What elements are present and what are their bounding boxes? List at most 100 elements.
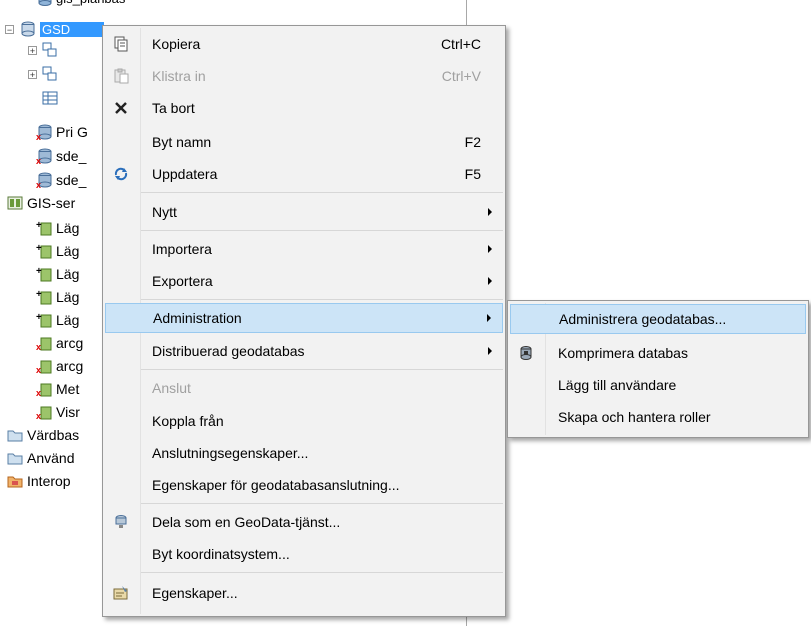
- tree-item-add-server[interactable]: + Läg: [36, 218, 79, 238]
- folder-icon: [7, 427, 23, 443]
- gis-servers-folder-icon: [7, 195, 23, 211]
- add-server-icon: +: [36, 220, 52, 236]
- tree-item-folder[interactable]: Använd: [7, 448, 74, 468]
- tree-item-table[interactable]: [42, 88, 58, 108]
- menu-item-distributed-geodatabase[interactable]: Distribuerad geodatabas: [105, 336, 503, 366]
- menu-item-geodatabase-connection-properties[interactable]: Egenskaper för geodatabasanslutning...: [105, 470, 503, 500]
- tree-item-connection[interactable]: x sde_: [36, 170, 86, 190]
- menu-item-delete[interactable]: Ta bort: [105, 93, 503, 123]
- tree-item-connection[interactable]: x sde_: [36, 146, 86, 166]
- collapse-toggle[interactable]: −: [5, 25, 14, 35]
- menu-separator: [141, 503, 503, 504]
- delete-icon: [113, 100, 129, 116]
- tree-item-gis-servers[interactable]: GIS-ser: [7, 193, 75, 213]
- svg-text:x: x: [36, 411, 41, 420]
- menu-item-label: Egenskaper för geodatabasanslutning...: [152, 477, 400, 493]
- tree-item-server-connection[interactable]: x Visr: [36, 402, 80, 422]
- svg-text:+: +: [36, 243, 42, 254]
- submenu-arrow-icon: [487, 314, 491, 322]
- tree-item-label: Läg: [56, 243, 80, 259]
- interop-folder-icon: [7, 473, 23, 489]
- menu-separator: [141, 369, 503, 370]
- copy-icon: [113, 36, 129, 52]
- menu-item-disconnect[interactable]: Koppla från: [105, 406, 503, 436]
- expand-toggle[interactable]: +: [28, 46, 37, 56]
- menu-item-change-coordinate-system[interactable]: Byt koordinatsystem...: [105, 539, 503, 569]
- svg-text:x: x: [36, 156, 41, 164]
- expand-toggle[interactable]: +: [28, 70, 37, 80]
- menu-item-shortcut: Ctrl+C: [440, 36, 481, 52]
- menu-item-connection-properties[interactable]: Anslutningsegenskaper...: [105, 438, 503, 468]
- menu-item-label: Uppdatera: [152, 166, 218, 182]
- tree-item-connection[interactable]: x Pri G: [36, 122, 88, 142]
- tree-item-folder[interactable]: Värdbas: [7, 425, 79, 445]
- refresh-icon: [113, 166, 129, 182]
- menu-item-add-user[interactable]: Lägg till användare: [510, 370, 806, 400]
- tree-item-server-connection[interactable]: x arcg: [36, 333, 83, 353]
- tree-item-dataset-2[interactable]: [42, 64, 58, 84]
- menu-item-import[interactable]: Importera: [105, 234, 503, 264]
- tree-item-label: Läg: [56, 220, 80, 236]
- menu-item-label: Koppla från: [152, 413, 224, 429]
- menu-item-label: Egenskaper...: [152, 585, 238, 601]
- menu-item-shortcut: F2: [464, 134, 481, 150]
- svg-text:+: +: [36, 266, 42, 277]
- menu-item-share-geodata-service[interactable]: Dela som en GeoData-tjänst...: [105, 507, 503, 537]
- menu-item-properties[interactable]: Egenskaper...: [105, 578, 503, 608]
- menu-item-label: Dela som en GeoData-tjänst...: [152, 514, 341, 530]
- menu-item-export[interactable]: Exportera: [105, 266, 503, 296]
- menu-item-administration[interactable]: Administration: [105, 303, 503, 333]
- table-icon: [42, 90, 58, 106]
- menu-item-copy[interactable]: Kopiera Ctrl+C: [105, 29, 503, 59]
- svg-text:x: x: [36, 388, 41, 397]
- tree-item-partial[interactable]: gis_planbas: [36, 0, 125, 8]
- menu-item-shortcut: F5: [464, 166, 481, 182]
- menu-separator: [141, 230, 503, 231]
- menu-item-manage-geodatabase[interactable]: Administrera geodatabas...: [510, 304, 806, 334]
- tree-item-add-server[interactable]: + Läg: [36, 264, 79, 284]
- menu-item-label: Distribuerad geodatabas: [152, 343, 305, 359]
- server-connection-error-icon: x: [36, 335, 52, 351]
- feature-dataset-icon: [42, 66, 58, 82]
- menu-item-label: Nytt: [152, 204, 177, 220]
- tree-item-folder[interactable]: Interop: [7, 471, 71, 491]
- database-connection-icon: [36, 0, 52, 6]
- menu-item-label: Skapa och hantera roller: [558, 409, 711, 425]
- tree-item-add-server[interactable]: + Läg: [36, 287, 79, 307]
- tree-item-label-selected: GSD: [40, 21, 104, 37]
- menu-item-manage-roles[interactable]: Skapa och hantera roller: [510, 402, 806, 432]
- tree-item-add-server[interactable]: + Läg: [36, 241, 79, 261]
- menu-item-label: Anslut: [152, 380, 191, 396]
- database-connection-error-icon: x: [36, 172, 52, 188]
- menu-separator: [141, 192, 503, 193]
- menu-item-refresh[interactable]: Uppdatera F5: [105, 159, 503, 189]
- svg-text:x: x: [36, 180, 41, 188]
- menu-item-label: Lägg till användare: [558, 377, 677, 393]
- tree-item-label: gis_planbas: [56, 0, 125, 6]
- tree-item-dataset-1[interactable]: [42, 40, 58, 60]
- tree-item-add-server[interactable]: + Läg: [36, 310, 79, 330]
- svg-text:+: +: [36, 312, 42, 323]
- svg-text:+: +: [36, 289, 42, 300]
- menu-item-label: Komprimera databas: [558, 345, 688, 361]
- menu-item-paste[interactable]: Klistra in Ctrl+V: [105, 61, 503, 91]
- submenu-arrow-icon: [488, 208, 492, 216]
- menu-item-label: Anslutningsegenskaper...: [152, 445, 309, 461]
- menu-item-new[interactable]: Nytt: [105, 197, 503, 227]
- tree-item-gsd[interactable]: GSD: [20, 19, 104, 39]
- menu-item-rename[interactable]: Byt namn F2: [105, 127, 503, 157]
- tree-item-label: arcg: [56, 335, 84, 351]
- add-server-icon: +: [36, 266, 52, 282]
- tree-item-label: Läg: [56, 266, 80, 282]
- menu-item-connect[interactable]: Anslut: [105, 373, 503, 403]
- menu-separator: [141, 572, 503, 573]
- tree-item-server-connection[interactable]: x arcg: [36, 356, 83, 376]
- tree-item-label: Interop: [27, 473, 71, 489]
- menu-item-compress-database[interactable]: Komprimera databas: [510, 338, 806, 368]
- tree-item-server-connection[interactable]: x Met: [36, 379, 79, 399]
- server-connection-error-icon: x: [36, 381, 52, 397]
- submenu-arrow-icon: [488, 347, 492, 355]
- menu-item-label: Byt koordinatsystem...: [152, 546, 290, 562]
- tree-item-label: sde_: [56, 172, 87, 188]
- menu-item-label: Byt namn: [152, 134, 212, 150]
